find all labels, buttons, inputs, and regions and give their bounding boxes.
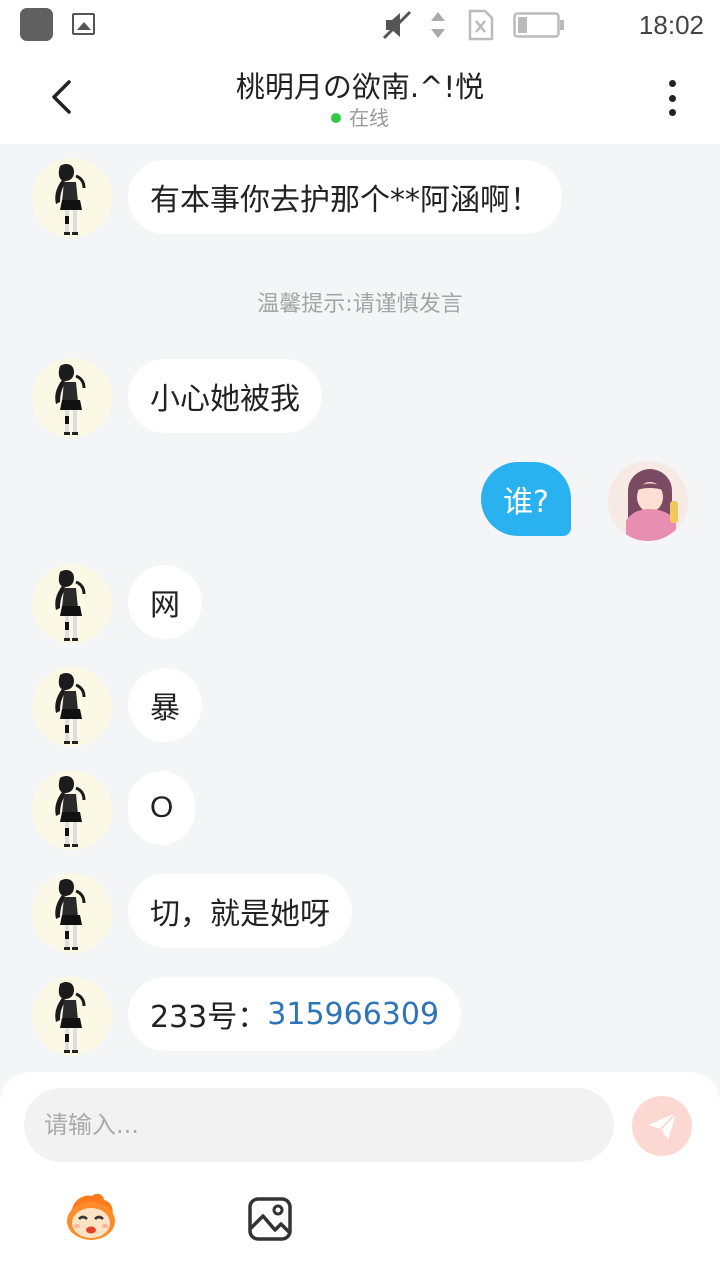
image-icon	[248, 1197, 292, 1241]
online-status: 在线	[0, 102, 720, 131]
my-message-bubble[interactable]: 谁?	[481, 462, 571, 536]
emoji-button[interactable]	[62, 1192, 120, 1242]
composer	[0, 1072, 720, 1280]
message-bubble[interactable]: 暴	[128, 668, 202, 742]
number-link[interactable]: 315966309	[267, 997, 439, 1032]
message-bubble[interactable]: O	[128, 771, 196, 845]
no-sim-icon	[468, 9, 494, 41]
contact-avatar[interactable]	[32, 158, 112, 238]
chat-title: 桃明月の欲南.^!悦	[235, 70, 485, 104]
online-dot-icon	[331, 113, 341, 123]
send-button[interactable]	[632, 1096, 692, 1156]
clock: 18:02	[638, 10, 704, 40]
contact-avatar[interactable]	[32, 976, 112, 1056]
contact-avatar[interactable]	[32, 770, 112, 850]
chat-header: 桃明月の欲南.^!悦 在线	[0, 50, 720, 144]
message-bubble[interactable]: 网	[128, 565, 202, 639]
message-bubble[interactable]: 有本事你去护那个**阿涵啊！	[128, 160, 562, 234]
send-icon	[648, 1112, 677, 1140]
contact-avatar[interactable]	[32, 667, 112, 747]
battery-icon	[513, 12, 564, 38]
contact-avatar[interactable]	[32, 873, 112, 953]
status-bar: 18:02	[0, 0, 720, 50]
my-avatar[interactable]	[608, 461, 688, 541]
more-options-button[interactable]	[652, 76, 692, 120]
contact-avatar[interactable]	[32, 564, 112, 644]
online-status-text: 在线	[349, 106, 389, 130]
mute-icon	[382, 10, 412, 40]
emoji-face-icon	[67, 1193, 115, 1240]
message-bubble[interactable]: 小心她被我	[128, 359, 322, 433]
more-vertical-icon	[668, 80, 676, 87]
message-bubble[interactable]: 切，就是她呀	[128, 874, 352, 948]
image-notification-icon	[72, 13, 95, 35]
message-bubble[interactable]: 233号： 315966309	[128, 977, 462, 1051]
message-text: 233号：	[150, 1000, 268, 1035]
contact-avatar[interactable]	[32, 358, 112, 438]
system-tip: 温馨提示:请谨慎发言	[257, 292, 463, 317]
message-input[interactable]	[24, 1088, 614, 1162]
app-icon	[20, 8, 53, 41]
data-arrows-icon	[431, 12, 445, 38]
image-button[interactable]	[247, 1196, 293, 1242]
